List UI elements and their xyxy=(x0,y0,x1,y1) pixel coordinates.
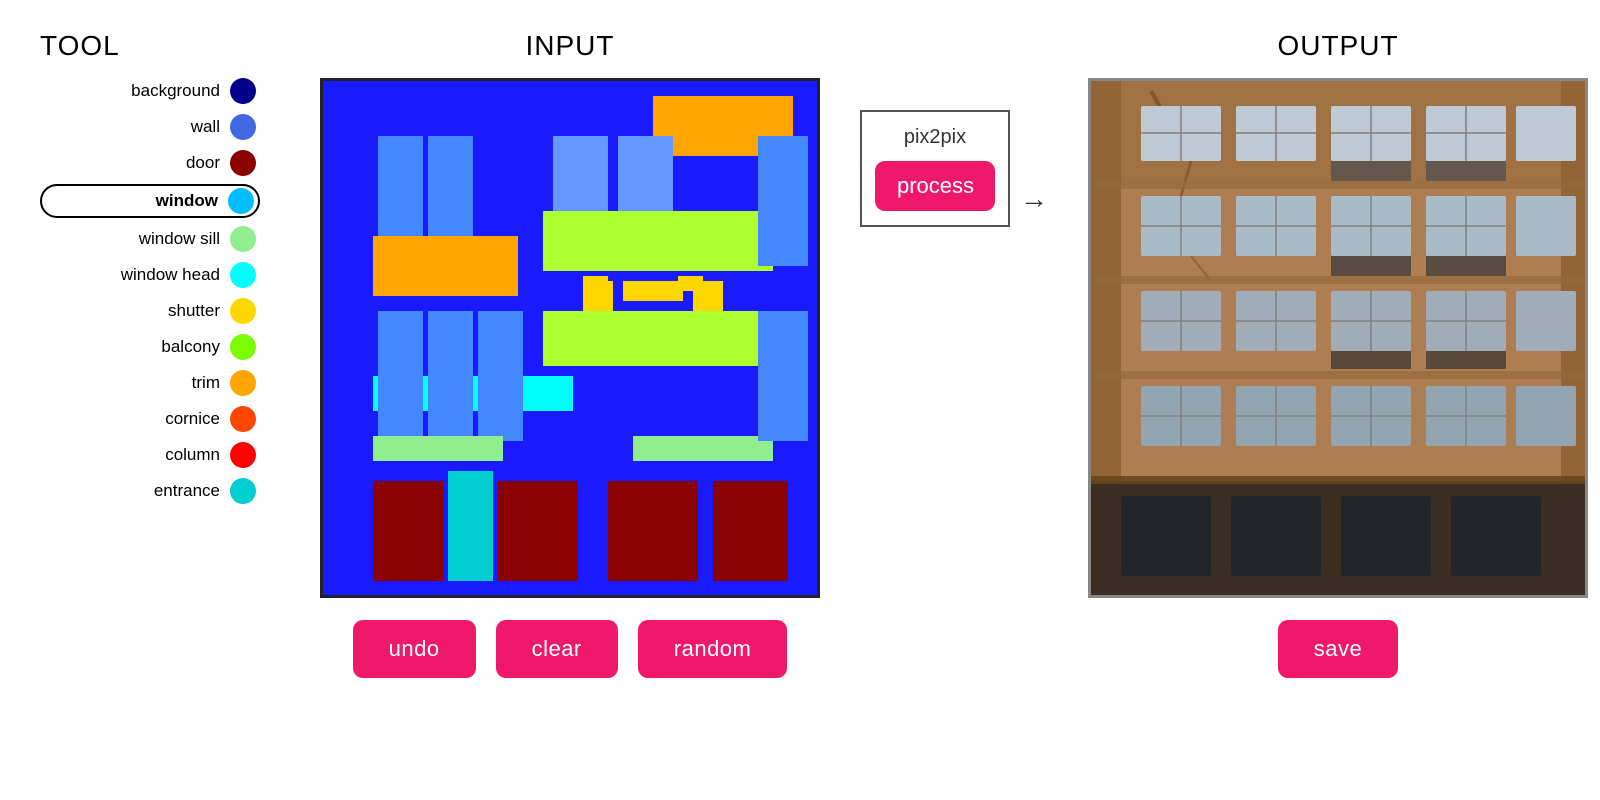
tool-item-label-cornice: cornice xyxy=(165,409,220,429)
tool-item-label-window-head: window head xyxy=(121,265,220,285)
output-buttons: save xyxy=(1278,620,1398,678)
tool-item-window[interactable]: window xyxy=(40,184,260,218)
tool-item-label-trim: trim xyxy=(192,373,220,393)
output-building xyxy=(1091,81,1588,598)
segmentation-map xyxy=(323,81,820,598)
canvas-buttons: undo clear random xyxy=(353,620,788,678)
save-button[interactable]: save xyxy=(1278,620,1398,678)
input-title: INPUT xyxy=(526,30,615,62)
tool-item-entrance[interactable]: entrance xyxy=(40,476,260,506)
tool-item-wall[interactable]: wall xyxy=(40,112,260,142)
main-layout: TOOL background wall door window window sill… xyxy=(0,0,1600,800)
clear-button[interactable]: clear xyxy=(496,620,618,678)
tool-item-label-window: window xyxy=(156,191,218,211)
pix2pix-label: pix2pix xyxy=(904,126,966,149)
tool-item-label-entrance: entrance xyxy=(154,481,220,501)
tool-item-door[interactable]: door xyxy=(40,148,260,178)
color-dot-column xyxy=(230,442,256,468)
tool-item-window-head[interactable]: window head xyxy=(40,260,260,290)
tool-item-label-wall: wall xyxy=(191,117,220,137)
tool-item-label-shutter: shutter xyxy=(168,301,220,321)
tool-panel: TOOL background wall door window window sill… xyxy=(40,30,260,512)
process-section: pix2pix process → xyxy=(860,110,1058,227)
output-image xyxy=(1088,78,1588,598)
tool-title: TOOL xyxy=(40,30,260,62)
tool-item-label-background: background xyxy=(131,81,220,101)
tool-item-window-sill[interactable]: window sill xyxy=(40,224,260,254)
tool-item-label-column: column xyxy=(165,445,220,465)
tool-item-label-door: door xyxy=(186,153,220,173)
random-button[interactable]: random xyxy=(638,620,788,678)
tool-item-cornice[interactable]: cornice xyxy=(40,404,260,434)
tool-item-column[interactable]: column xyxy=(40,440,260,470)
color-dot-wall xyxy=(230,114,256,140)
pix2pix-box: pix2pix process xyxy=(860,110,1010,227)
color-dot-cornice xyxy=(230,406,256,432)
tool-item-label-window-sill: window sill xyxy=(139,229,220,249)
tool-item-trim[interactable]: trim xyxy=(40,368,260,398)
input-section: INPUT xyxy=(320,30,820,678)
drawing-canvas[interactable] xyxy=(320,78,820,598)
color-dot-window xyxy=(228,188,254,214)
output-section: OUTPUT xyxy=(1088,30,1588,678)
tool-item-background[interactable]: background xyxy=(40,76,260,106)
undo-button[interactable]: undo xyxy=(353,620,476,678)
color-dot-entrance xyxy=(230,478,256,504)
color-dot-window-sill xyxy=(230,226,256,252)
tool-item-balcony[interactable]: balcony xyxy=(40,332,260,362)
arrow-right: → xyxy=(1020,183,1048,215)
process-button[interactable]: process xyxy=(875,161,995,211)
color-dot-window-head xyxy=(230,262,256,288)
color-dot-background xyxy=(230,78,256,104)
tool-item-shutter[interactable]: shutter xyxy=(40,296,260,326)
color-dot-shutter xyxy=(230,298,256,324)
tool-item-label-balcony: balcony xyxy=(161,337,220,357)
output-title: OUTPUT xyxy=(1277,30,1398,62)
color-dot-trim xyxy=(230,370,256,396)
color-dot-door xyxy=(230,150,256,176)
color-dot-balcony xyxy=(230,334,256,360)
